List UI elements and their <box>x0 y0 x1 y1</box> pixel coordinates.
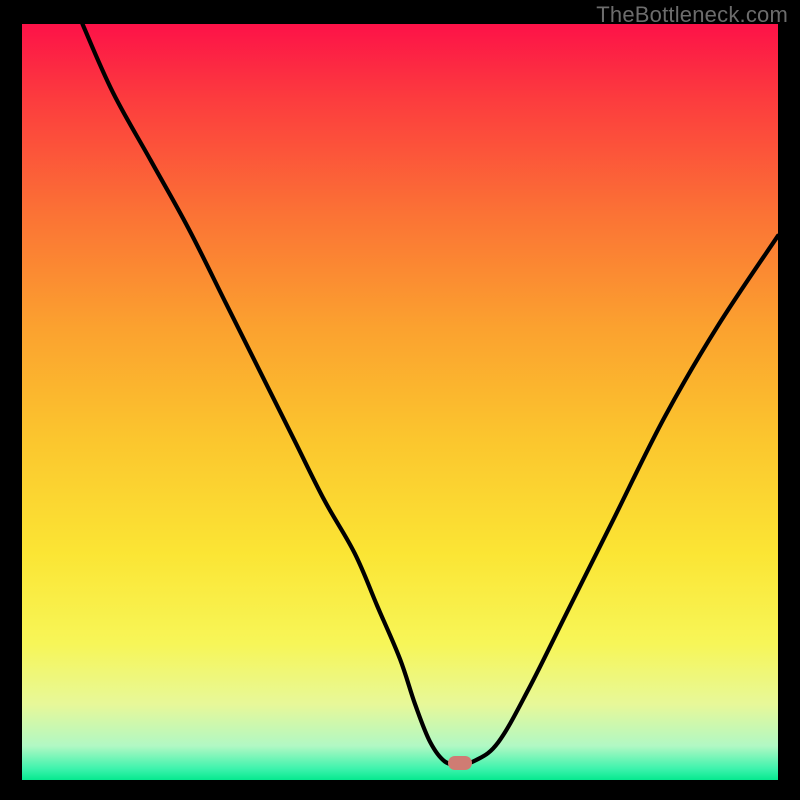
plot-area <box>22 24 778 780</box>
chart-svg <box>22 24 778 780</box>
optimal-marker <box>448 756 472 770</box>
watermark-text: TheBottleneck.com <box>596 2 788 28</box>
chart-frame: TheBottleneck.com <box>0 0 800 800</box>
